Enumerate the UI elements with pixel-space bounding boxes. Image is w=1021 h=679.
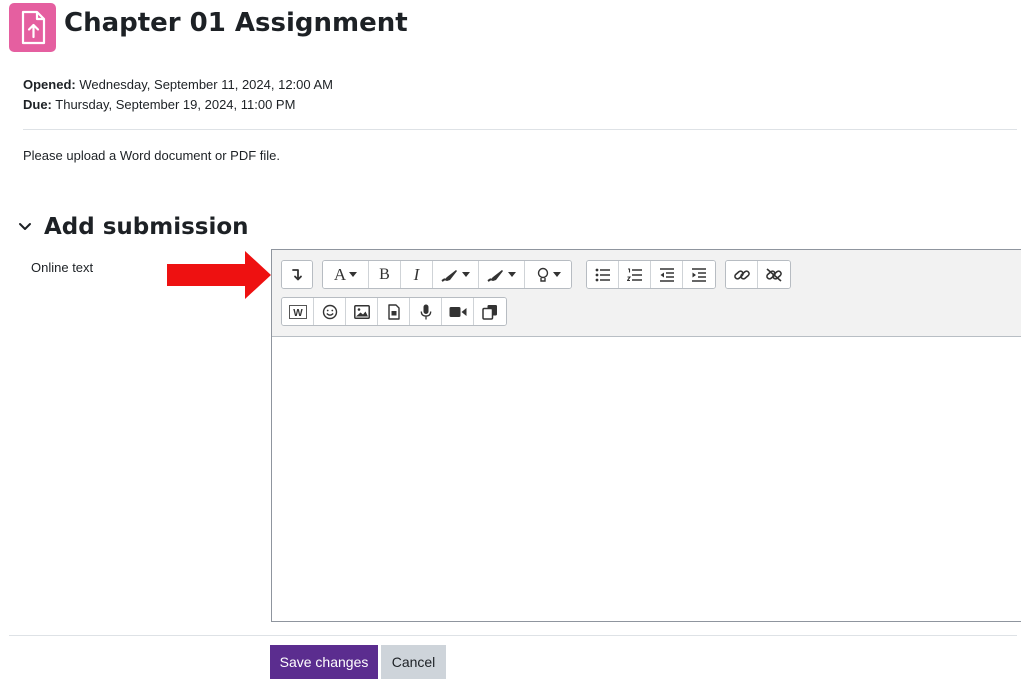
italic-icon: I	[413, 264, 420, 284]
font-color-button[interactable]: A	[323, 261, 369, 288]
page-title: Chapter 01 Assignment	[64, 8, 408, 38]
unordered-list-icon	[595, 268, 610, 281]
indent-icon	[692, 267, 706, 282]
link-button[interactable]	[726, 261, 758, 288]
chevron-down-icon	[508, 272, 516, 277]
record-audio-button[interactable]	[410, 298, 442, 325]
show-more-button[interactable]	[282, 261, 312, 288]
bold-icon: B	[379, 265, 390, 283]
record-video-icon	[449, 306, 466, 317]
toolbar-group-collapse	[281, 260, 313, 289]
section-title: Add submission	[44, 214, 249, 240]
background-color-icon	[487, 269, 503, 282]
opened-label: Opened:	[23, 77, 76, 92]
cancel-button[interactable]: Cancel	[381, 645, 446, 679]
text-highlight-icon	[441, 269, 457, 282]
annotation-arrow-icon	[167, 249, 271, 306]
show-more-icon	[292, 268, 302, 280]
media-button[interactable]	[378, 298, 410, 325]
editor-toolbar: A B I W	[272, 250, 1021, 337]
indent-button[interactable]	[683, 261, 715, 288]
font-color-icon: A	[333, 264, 347, 284]
background-color-button[interactable]	[479, 261, 525, 288]
copy-icon	[482, 304, 497, 320]
due-date: Due: Thursday, September 19, 2024, 11:00…	[23, 95, 333, 115]
due-label: Due:	[23, 97, 52, 112]
activity-dates: Opened: Wednesday, September 11, 2024, 1…	[23, 75, 333, 115]
unlink-button[interactable]	[758, 261, 790, 288]
divider	[23, 129, 1017, 130]
assignment-intro: Please upload a Word document or PDF fil…	[23, 148, 281, 163]
toolbar-group-lists	[586, 260, 716, 289]
unordered-list-button[interactable]	[587, 261, 619, 288]
italic-button[interactable]: I	[401, 261, 433, 288]
copy-button[interactable]	[474, 298, 506, 325]
word-import-button[interactable]: W	[282, 298, 314, 325]
record-video-button[interactable]	[442, 298, 474, 325]
due-value: Thursday, September 19, 2024, 11:00 PM	[51, 97, 296, 112]
online-text-content-area[interactable]	[272, 337, 1021, 621]
chevron-down-icon	[349, 272, 358, 277]
save-changes-button[interactable]: Save changes	[270, 645, 378, 679]
word-import-icon: W	[288, 304, 307, 319]
svg-text:W: W	[293, 308, 303, 319]
media-icon	[387, 303, 400, 320]
toolbar-group-insert: W	[281, 297, 507, 326]
chevron-down-icon	[462, 272, 470, 277]
emoji-button[interactable]	[314, 298, 346, 325]
bold-button[interactable]: B	[369, 261, 401, 288]
divider	[9, 635, 1017, 636]
image-icon	[353, 304, 370, 319]
opened-date: Opened: Wednesday, September 11, 2024, 1…	[23, 75, 333, 95]
opened-value: Wednesday, September 11, 2024, 12:00 AM	[75, 77, 334, 92]
section-header[interactable]: Add submission	[14, 212, 249, 242]
emoji-icon	[322, 304, 337, 319]
unlink-icon	[766, 267, 782, 282]
link-icon	[733, 269, 750, 280]
toolbar-group-links	[725, 260, 791, 289]
ordered-list-icon	[626, 267, 642, 281]
ordered-list-button[interactable]	[619, 261, 651, 288]
outdent-button[interactable]	[651, 261, 683, 288]
accessibility-checker-icon	[537, 267, 548, 282]
record-audio-icon	[420, 304, 431, 319]
outdent-icon	[659, 267, 674, 282]
chevron-down-icon[interactable]	[14, 216, 36, 238]
file-upload-icon	[9, 3, 56, 52]
toolbar-group-style: A B I	[322, 260, 572, 289]
online-text-editor: A B I W	[271, 249, 1021, 622]
online-text-label: Online text	[31, 260, 94, 275]
text-highlight-button[interactable]	[433, 261, 479, 288]
image-button[interactable]	[346, 298, 378, 325]
accessibility-checker-button[interactable]	[525, 261, 571, 288]
chevron-down-icon	[552, 272, 561, 277]
